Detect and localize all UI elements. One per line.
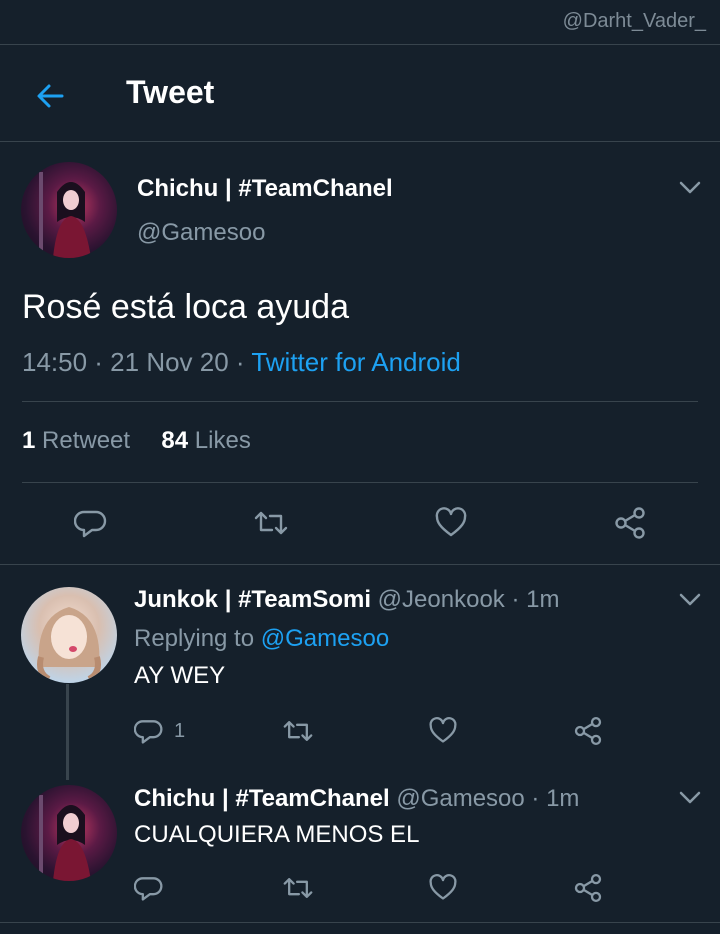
tweet-time-date: 14:50 · 21 Nov 20 · <box>22 347 252 377</box>
replying-to-label: Replying to <box>134 625 261 652</box>
chevron-down-icon <box>679 791 701 804</box>
reply-share-button[interactable] <box>570 712 606 750</box>
watermark: @Darht_Vader_ <box>562 10 706 32</box>
retweet-icon <box>283 878 313 898</box>
stats-divider <box>22 482 698 483</box>
author-handle[interactable]: @Gamesoo <box>137 219 265 247</box>
reply-options-button[interactable] <box>676 784 704 812</box>
reply-text: AY WEY <box>134 662 226 689</box>
reply-handle-time: @Gamesoo · 1m <box>389 785 580 812</box>
likes-link[interactable]: 84 Likes <box>161 427 250 454</box>
retweets-count: 1 <box>22 427 36 454</box>
reply-icon <box>134 720 163 744</box>
likes-label: Likes <box>188 427 251 454</box>
share-button[interactable] <box>609 502 651 544</box>
likes-count: 84 <box>161 427 189 454</box>
heart-icon <box>429 717 457 743</box>
avatar-image <box>39 795 91 881</box>
reply-header: Chichu | #TeamChanel @Gamesoo · 1m <box>134 785 579 813</box>
reply-icon <box>74 510 107 538</box>
reply-avatar[interactable] <box>21 587 117 683</box>
avatar-image <box>37 607 101 682</box>
retweet-icon <box>283 721 313 741</box>
replying-to-handle[interactable]: @Gamesoo <box>261 625 389 652</box>
tweet-text: Rosé está loca ayuda <box>22 288 349 326</box>
bottom-divider <box>0 922 720 923</box>
chevron-down-icon <box>679 181 701 194</box>
retweets-label: Retweet <box>35 427 131 454</box>
reply-icon <box>134 877 163 901</box>
share-icon <box>574 873 602 903</box>
avatar[interactable] <box>21 162 117 258</box>
reply-like-button[interactable] <box>425 869 461 907</box>
reply-share-button[interactable] <box>570 869 606 907</box>
reply-count: 1 <box>174 719 186 742</box>
retweet-button[interactable] <box>250 502 292 544</box>
reply-like-button[interactable] <box>425 712 461 750</box>
like-button[interactable] <box>430 502 472 544</box>
replying-to: Replying to @Gamesoo <box>134 625 389 653</box>
reply-handle-time: @Jeonkook · 1m <box>371 586 560 613</box>
tweet-source-link[interactable]: Twitter for Android <box>251 347 461 377</box>
reply-header: Junkok | #TeamSomi @Jeonkook · 1m <box>134 586 559 614</box>
heart-icon <box>435 507 467 537</box>
reply-reply-button[interactable]: 1 <box>134 712 185 750</box>
actions-divider <box>0 564 720 565</box>
reply-button[interactable] <box>70 502 112 544</box>
reply-text: CUALQUIERA MENOS EL <box>134 821 420 848</box>
retweets-link[interactable]: 1 Retweet <box>22 427 130 454</box>
avatar-image <box>39 172 91 258</box>
share-icon <box>574 716 602 746</box>
reply-author-name[interactable]: Chichu | #TeamChanel <box>134 785 390 812</box>
reply-author-name[interactable]: Junkok | #TeamSomi <box>134 586 371 613</box>
author-name[interactable]: Chichu | #TeamChanel <box>137 175 393 203</box>
reply-retweet-button[interactable] <box>280 869 316 907</box>
thread-line <box>66 684 69 780</box>
heart-icon <box>429 874 457 900</box>
reply-avatar[interactable] <box>21 785 117 881</box>
tweet-meta: 14:50 · 21 Nov 20 · Twitter for Android <box>22 347 461 378</box>
retweet-icon <box>254 511 288 535</box>
reply-options-button[interactable] <box>676 586 704 614</box>
back-button[interactable] <box>28 76 72 116</box>
tweet-options-button[interactable] <box>676 174 704 202</box>
reply-reply-button[interactable] <box>134 869 174 907</box>
arrow-left-icon <box>37 84 64 108</box>
meta-divider <box>22 401 698 402</box>
share-icon <box>615 507 645 539</box>
tweet-stats: 1 Retweet 84 Likes <box>22 427 251 455</box>
reply-retweet-button[interactable] <box>280 712 316 750</box>
page-title: Tweet <box>126 74 215 110</box>
top-divider <box>0 44 720 45</box>
header-divider <box>0 141 720 142</box>
chevron-down-icon <box>679 593 701 606</box>
